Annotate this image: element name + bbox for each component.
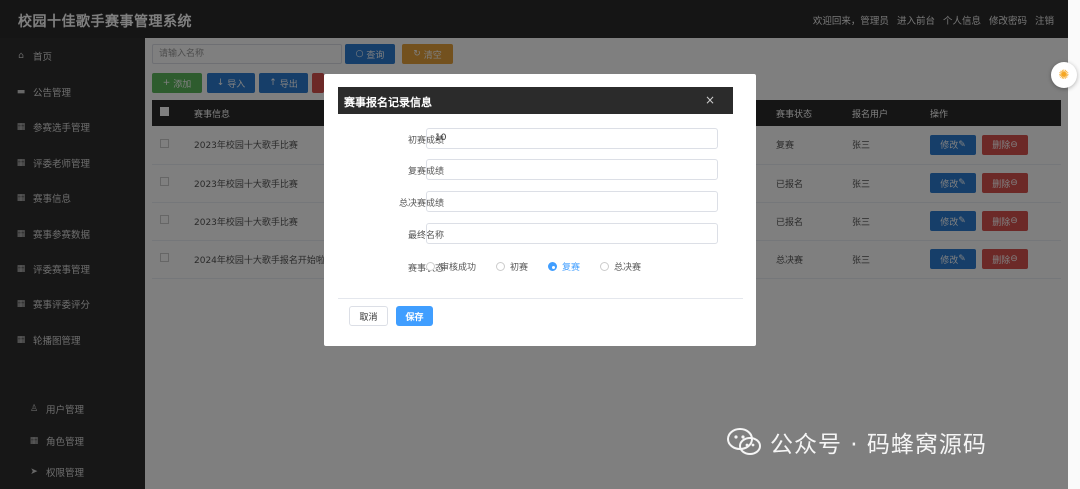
final-score-input[interactable] xyxy=(426,191,718,212)
radio-label: 初赛 xyxy=(510,263,529,273)
form-row-final-name: 最终名称 xyxy=(324,223,756,245)
wechat-icon xyxy=(727,428,761,455)
form-row-semifinal-score: 复赛成绩 xyxy=(324,159,756,181)
dialog-title: 赛事报名记录信息 xyxy=(344,96,432,109)
close-icon[interactable]: × xyxy=(705,93,715,107)
watermark-text: 公众号 · 码蜂窝源码 xyxy=(770,432,987,458)
watermark: 公众号 · 码蜂窝源码 xyxy=(726,425,987,459)
radio-circle[interactable] xyxy=(600,262,610,271)
record-dialog: 赛事报名记录信息 × 初赛成绩 10 复赛成绩 总决赛成绩 最终名称 赛事状态 … xyxy=(324,74,756,346)
radio-label: 审核成功 xyxy=(440,263,477,273)
status-radio-approved[interactable]: 审核成功 xyxy=(426,260,476,273)
status-radio-group: 审核成功 初赛 复赛 总决赛 xyxy=(426,260,641,273)
form-row-event-status: 赛事状态 审核成功 初赛 复赛 总决赛 xyxy=(324,256,756,278)
dialog-divider xyxy=(338,298,743,299)
radio-label: 总决赛 xyxy=(614,263,642,273)
radio-circle[interactable] xyxy=(496,262,506,271)
semifinal-score-input[interactable] xyxy=(426,159,718,180)
floating-helper-icon[interactable]: ✺ xyxy=(1051,62,1077,88)
preliminary-score-input[interactable]: 10 xyxy=(426,128,718,149)
form-row-final-score: 总决赛成绩 xyxy=(324,191,756,213)
form-row-preliminary-score: 初赛成绩 10 xyxy=(324,128,756,150)
status-radio-preliminary[interactable]: 初赛 xyxy=(496,260,528,273)
radio-circle-selected[interactable] xyxy=(548,262,558,271)
cancel-button[interactable]: 取消 xyxy=(349,306,388,326)
radio-circle[interactable] xyxy=(426,262,435,271)
status-radio-semifinal[interactable]: 复赛 xyxy=(548,260,580,273)
status-radio-final[interactable]: 总决赛 xyxy=(600,260,641,273)
save-button[interactable]: 保存 xyxy=(396,306,433,326)
final-name-input[interactable] xyxy=(426,223,718,244)
dialog-header: 赛事报名记录信息 × xyxy=(338,87,733,114)
radio-label: 复赛 xyxy=(562,263,581,273)
